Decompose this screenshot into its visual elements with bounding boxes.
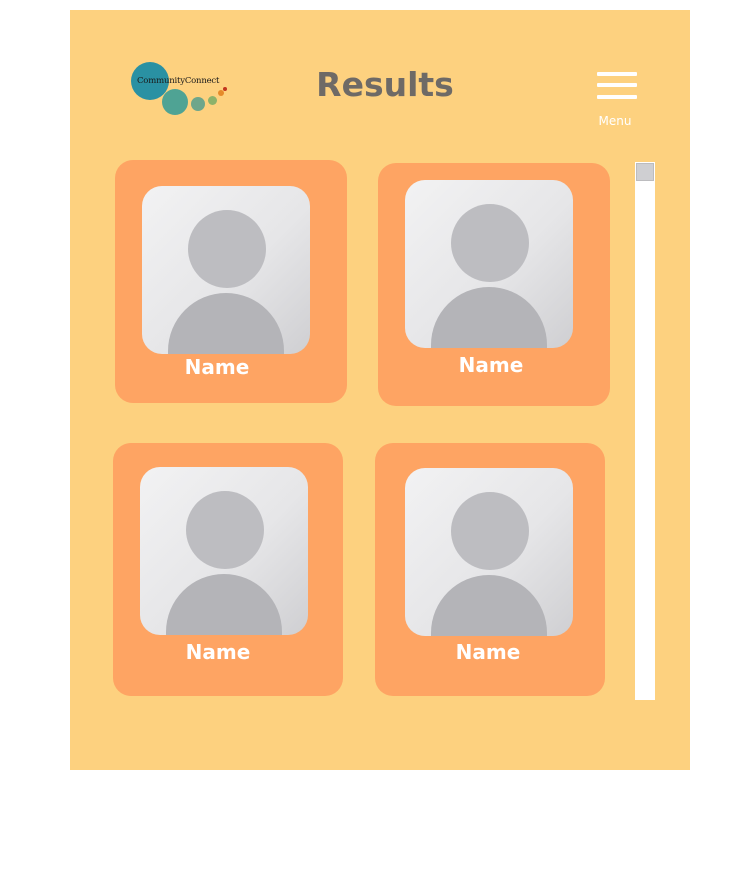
result-name: Name xyxy=(458,353,524,377)
profile-placeholder-icon xyxy=(142,186,310,354)
menu-button[interactable]: Menu xyxy=(588,68,642,134)
profile-placeholder-icon xyxy=(405,468,573,636)
result-name: Name xyxy=(184,355,250,379)
results-scrollbar[interactable] xyxy=(635,162,655,700)
menu-label: Menu xyxy=(598,114,632,128)
result-card[interactable]: Name xyxy=(375,443,605,696)
result-name: Name xyxy=(185,640,251,664)
result-name: Name xyxy=(455,640,521,664)
result-card[interactable]: Name xyxy=(115,160,347,403)
logo-wordmark: CommunityConnect xyxy=(137,76,220,86)
profile-placeholder-icon xyxy=(140,467,308,635)
result-card[interactable]: Name xyxy=(378,163,610,406)
result-card[interactable]: Name xyxy=(113,443,343,696)
community-connect-logo[interactable]: CommunityConnect xyxy=(130,60,234,120)
page-title: Results xyxy=(316,65,454,104)
results-screen: CommunityConnect Results Menu Name Name … xyxy=(70,10,690,770)
scrollbar-thumb[interactable] xyxy=(636,163,654,181)
profile-placeholder-icon xyxy=(405,180,573,348)
